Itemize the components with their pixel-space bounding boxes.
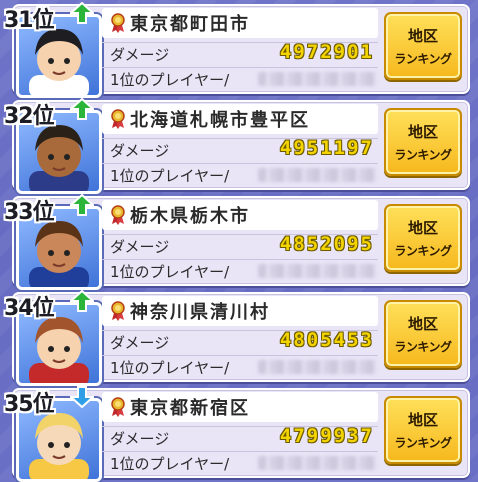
area-ranking-button[interactable]: 地区 ランキング xyxy=(384,204,462,272)
arrow-up-icon xyxy=(70,290,94,312)
area-ranking-button[interactable]: 地区 ランキング xyxy=(384,108,462,176)
damage-label: ダメージ xyxy=(110,46,170,64)
area-ranking-button-line2: ランキング xyxy=(394,148,452,162)
divider xyxy=(102,259,378,260)
divider xyxy=(102,355,378,356)
top-player-label: 1位のプレイヤー/ xyxy=(110,71,230,89)
ranking-row: 32位 北海道札幌市豊平区 ダメージ 4951197 1位のプレイヤー/ 地区 … xyxy=(0,96,478,194)
damage-score: 4951197 xyxy=(279,137,374,159)
damage-score: 4799937 xyxy=(279,425,374,447)
top-player-name-obscured xyxy=(258,72,378,86)
area-ranking-button-line1: 地区 xyxy=(407,411,438,429)
rank-number: 35位 xyxy=(4,392,55,417)
damage-label: ダメージ xyxy=(110,238,170,256)
top-player-name-obscured xyxy=(258,360,378,374)
top-player-label: 1位のプレイヤー/ xyxy=(110,263,230,281)
damage-label: ダメージ xyxy=(110,430,170,448)
area-ranking-button-line1: 地区 xyxy=(407,219,438,237)
arrow-up-icon xyxy=(70,194,94,216)
top-player-name-obscured xyxy=(258,168,378,182)
area-name: 北海道札幌市豊平区 xyxy=(130,110,310,131)
area-ranking-button[interactable]: 地区 ランキング xyxy=(384,300,462,368)
medal-icon xyxy=(111,397,125,417)
area-ranking-button-line2: ランキング xyxy=(394,436,452,450)
divider xyxy=(102,163,378,164)
area-ranking-button-line2: ランキング xyxy=(394,52,452,66)
damage-score: 4805453 xyxy=(279,329,374,351)
ranking-row: 35位 東京都新宿区 ダメージ 4799937 1位のプレイヤー/ 地区 ランキ… xyxy=(0,384,478,482)
arrow-up-icon xyxy=(70,98,94,120)
ranking-row: 31位 東京都町田市 ダメージ 4972901 1位のプレイヤー/ 地区 ランキ… xyxy=(0,0,478,98)
area-ranking-button-line1: 地区 xyxy=(407,315,438,333)
area-ranking-button[interactable]: 地区 ランキング xyxy=(384,396,462,464)
medal-icon xyxy=(111,109,125,129)
divider xyxy=(102,451,378,452)
rank-number: 33位 xyxy=(4,200,55,225)
top-player-label: 1位のプレイヤー/ xyxy=(110,167,230,185)
rank-number: 31位 xyxy=(4,8,55,33)
medal-icon xyxy=(111,301,125,321)
arrow-down-icon xyxy=(70,386,94,408)
area-ranking-button-line1: 地区 xyxy=(407,123,438,141)
ranking-row: 33位 栃木県栃木市 ダメージ 4852095 1位のプレイヤー/ 地区 ランキ… xyxy=(0,192,478,290)
area-ranking-button-line2: ランキング xyxy=(394,244,452,258)
area-ranking-button[interactable]: 地区 ランキング xyxy=(384,12,462,80)
area-name: 神奈川県清川村 xyxy=(130,302,270,323)
top-player-label: 1位のプレイヤー/ xyxy=(110,359,230,377)
damage-score: 4852095 xyxy=(279,233,374,255)
top-player-label: 1位のプレイヤー/ xyxy=(110,455,230,473)
medal-icon xyxy=(111,13,125,33)
top-player-name-obscured xyxy=(258,456,378,470)
area-ranking-button-line1: 地区 xyxy=(407,27,438,45)
arrow-up-icon xyxy=(70,2,94,24)
ranking-row: 34位 神奈川県清川村 ダメージ 4805453 1位のプレイヤー/ 地区 ラン… xyxy=(0,288,478,386)
rank-number: 32位 xyxy=(4,104,55,129)
top-player-name-obscured xyxy=(258,264,378,278)
medal-icon xyxy=(111,205,125,225)
divider xyxy=(102,67,378,68)
area-name: 栃木県栃木市 xyxy=(130,206,250,227)
area-name: 東京都町田市 xyxy=(130,14,250,35)
area-ranking-button-line2: ランキング xyxy=(394,340,452,354)
rank-number: 34位 xyxy=(4,296,55,321)
area-name: 東京都新宿区 xyxy=(130,398,250,419)
damage-label: ダメージ xyxy=(110,142,170,160)
damage-label: ダメージ xyxy=(110,334,170,352)
damage-score: 4972901 xyxy=(279,41,374,63)
